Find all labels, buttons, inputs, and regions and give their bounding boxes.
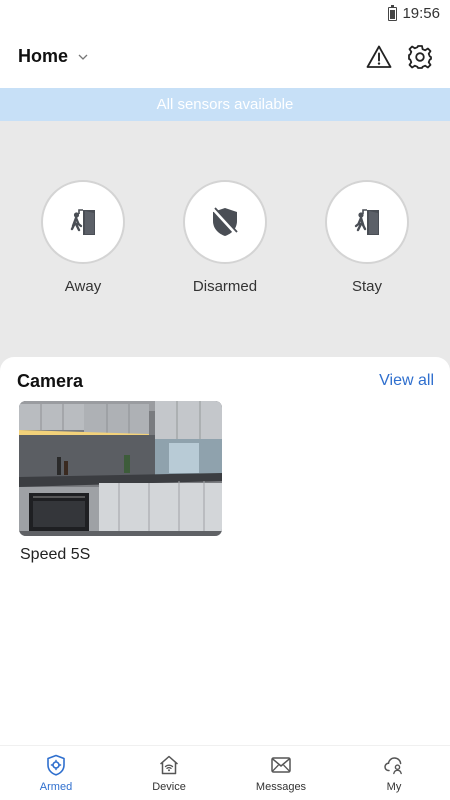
kitchen-camera-snapshot: [19, 401, 222, 536]
chevron-down-icon: [78, 54, 88, 60]
shield-off-icon: [212, 207, 238, 236]
away-mode-label: Away: [64, 278, 102, 295]
status-time: 19:56: [402, 5, 440, 22]
battery-icon: [388, 4, 398, 21]
camera-name: Speed 5S: [20, 546, 91, 563]
away-mode-button[interactable]: Away: [41, 180, 125, 295]
home-wifi-icon: [160, 755, 178, 775]
camera-thumbnail[interactable]: [19, 401, 222, 536]
nav-item-device[interactable]: Device: [124, 754, 214, 793]
disarmed-mode-label: Disarmed: [192, 278, 258, 295]
view-all-link[interactable]: View all: [379, 372, 434, 390]
camera-section-title: Camera: [17, 371, 84, 391]
nav-label-device: Device: [152, 781, 186, 793]
bottom-nav: Armed Device Messages My: [0, 745, 450, 800]
alert-triangle-icon[interactable]: [366, 44, 392, 70]
status-bar: 19:56: [0, 0, 450, 28]
envelope-icon: [271, 757, 291, 773]
home-selector[interactable]: Home: [18, 46, 88, 67]
person-enter-door-icon: [354, 209, 379, 235]
shield-gear-icon: [47, 754, 65, 776]
stay-mode-circle[interactable]: [325, 180, 409, 264]
nav-label-armed: Armed: [39, 781, 73, 793]
camera-section: Camera View all Speed 5S: [0, 357, 450, 745]
gear-icon[interactable]: [407, 44, 433, 70]
nav-label-messages: Messages: [255, 781, 307, 793]
arm-mode-panel: Away Disarmed Stay: [0, 121, 450, 371]
nav-item-messages[interactable]: Messages: [236, 754, 326, 793]
nav-item-my[interactable]: My: [349, 754, 439, 793]
nav-label-my: My: [386, 781, 402, 793]
cloud-user-icon: [384, 757, 402, 775]
nav-item-armed[interactable]: Armed: [11, 754, 101, 793]
status-right: 19:56: [388, 4, 440, 22]
person-exit-door-icon: [70, 209, 95, 235]
stay-mode-button[interactable]: Stay: [325, 180, 409, 295]
disarmed-mode-circle[interactable]: [183, 180, 267, 264]
stay-mode-label: Stay: [351, 278, 382, 295]
away-mode-circle[interactable]: [41, 180, 125, 264]
sensor-status-banner: All sensors available: [0, 88, 450, 121]
home-title: Home: [18, 46, 69, 66]
disarmed-mode-button[interactable]: Disarmed: [183, 180, 267, 295]
header: Home: [0, 28, 450, 88]
